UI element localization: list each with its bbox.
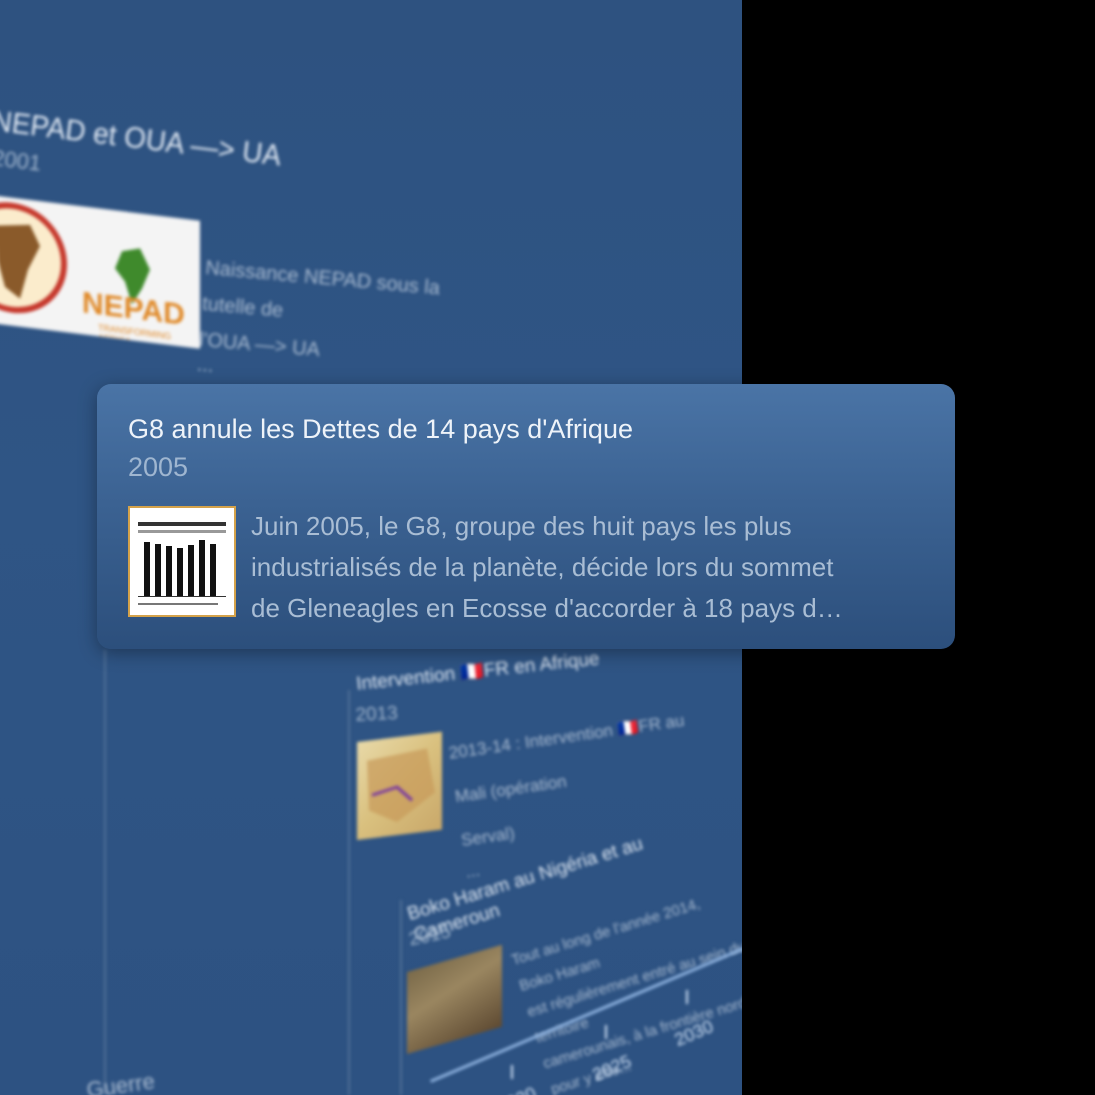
- event-description-line: industrialisés de la planète, décide lor…: [251, 552, 834, 582]
- timeline-connector: [400, 900, 402, 1095]
- timeline-connector: [104, 650, 106, 1095]
- photo-thumbnail: [407, 944, 502, 1054]
- chart-thumbnail[interactable]: [128, 506, 236, 617]
- event-description: Naissance NEPAD sous la tutelle de l'OUA…: [196, 250, 496, 397]
- event-title: Intervention 🇫🇷FR en Afrique: [355, 648, 601, 695]
- event-description-line: de Gleneagles en Ecosse d'accorder à 18 …: [251, 593, 843, 623]
- axis-tick: [511, 1065, 513, 1079]
- event-title: NEPAD et OUA —> UA: [0, 104, 284, 172]
- event-guerre-title[interactable]: Guerre: [85, 1068, 156, 1095]
- map-icon: [367, 748, 435, 823]
- event-year: 2005: [128, 452, 189, 482]
- event-title: G8 annule les Dettes de 14 pays d'Afriqu…: [128, 414, 633, 444]
- event-description: Juin 2005, le G8, groupe des huit pays l…: [251, 506, 931, 629]
- event-year: 2001: [0, 145, 43, 176]
- bar-chart-icon: [138, 522, 226, 605]
- axis-tick: [686, 990, 688, 1004]
- event-description-line: Juin 2005, le G8, groupe des huit pays l…: [251, 511, 792, 541]
- event-card-g8[interactable]: G8 annule les Dettes de 14 pays d'Afriqu…: [97, 384, 955, 649]
- axis-tick-label: 2020: [494, 1083, 539, 1095]
- map-thumbnail: [357, 731, 442, 840]
- event-thumbnail: NEPAD TRANSFORMING AFRICA: [0, 195, 200, 349]
- timeline-connector: [348, 690, 350, 1095]
- axis-tick: [605, 1025, 607, 1039]
- event-year: 2013: [355, 702, 399, 726]
